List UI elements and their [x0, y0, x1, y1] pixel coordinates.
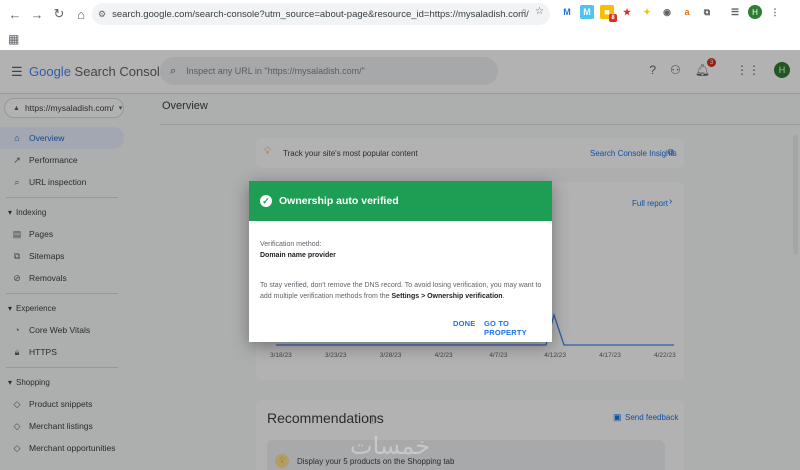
note-end: . — [502, 293, 505, 300]
profile-avatar[interactable]: H — [748, 5, 762, 19]
extensions-icon[interactable]: ⧉ — [700, 5, 714, 19]
extension-blue-icon[interactable]: M — [580, 5, 594, 19]
scrollbar[interactable] — [793, 135, 798, 255]
forward-icon[interactable]: → — [26, 3, 48, 25]
url-text: search.google.com/search-console?utm_sou… — [112, 8, 529, 20]
extension-badge-count: 8 — [609, 14, 617, 22]
more-options-icon[interactable]: ⋮ — [768, 5, 782, 19]
dialog-header: ✓ Ownership auto verified — [249, 181, 552, 221]
extension-badge-icon[interactable]: ■ 8 — [600, 5, 617, 22]
extension-puzzle-icon[interactable]: ✦ — [640, 5, 654, 19]
go-to-property-button[interactable]: GO TO PROPERTY — [484, 319, 552, 337]
reload-icon[interactable]: ↻ — [48, 3, 70, 25]
address-bar[interactable]: ⚙ search.google.com/search-console?utm_s… — [92, 3, 550, 25]
verification-method-value: Domain name provider — [260, 252, 336, 259]
dialog-title: Ownership auto verified — [279, 195, 399, 207]
dialog-note: To stay verified, don't remove the DNS r… — [260, 280, 544, 302]
camera-icon[interactable]: ◉ — [660, 5, 674, 19]
extension-star-icon[interactable]: ★ — [620, 5, 634, 19]
extension-a-icon[interactable]: a — [680, 5, 694, 19]
watermark-logo: خمسات — [350, 432, 431, 460]
check-circle-icon: ✓ — [260, 195, 272, 207]
verification-method-label: Verification method: — [260, 241, 322, 248]
done-button[interactable]: DONE — [453, 319, 475, 328]
browser-toolbar: ← → ↻ ⌂ ⚙ search.google.com/search-conso… — [0, 0, 800, 28]
back-icon[interactable]: ← — [4, 3, 26, 25]
apps-grid-icon[interactable]: ▦ — [8, 32, 19, 46]
extension-m-icon[interactable]: M — [560, 5, 574, 19]
reading-list-icon[interactable]: ☰ — [728, 5, 742, 19]
site-info-icon[interactable]: ⚙ — [98, 9, 106, 20]
bookmark-star-icon[interactable]: ☆ — [535, 6, 544, 17]
settings-path: Settings > Ownership verification — [391, 293, 503, 300]
bookmarks-bar: ▦ — [0, 28, 800, 50]
ownership-verified-dialog: ✓ Ownership auto verified Verification m… — [249, 181, 552, 342]
home-icon[interactable]: ⌂ — [70, 3, 92, 25]
zoom-icon[interactable]: ⌕ — [521, 6, 527, 17]
